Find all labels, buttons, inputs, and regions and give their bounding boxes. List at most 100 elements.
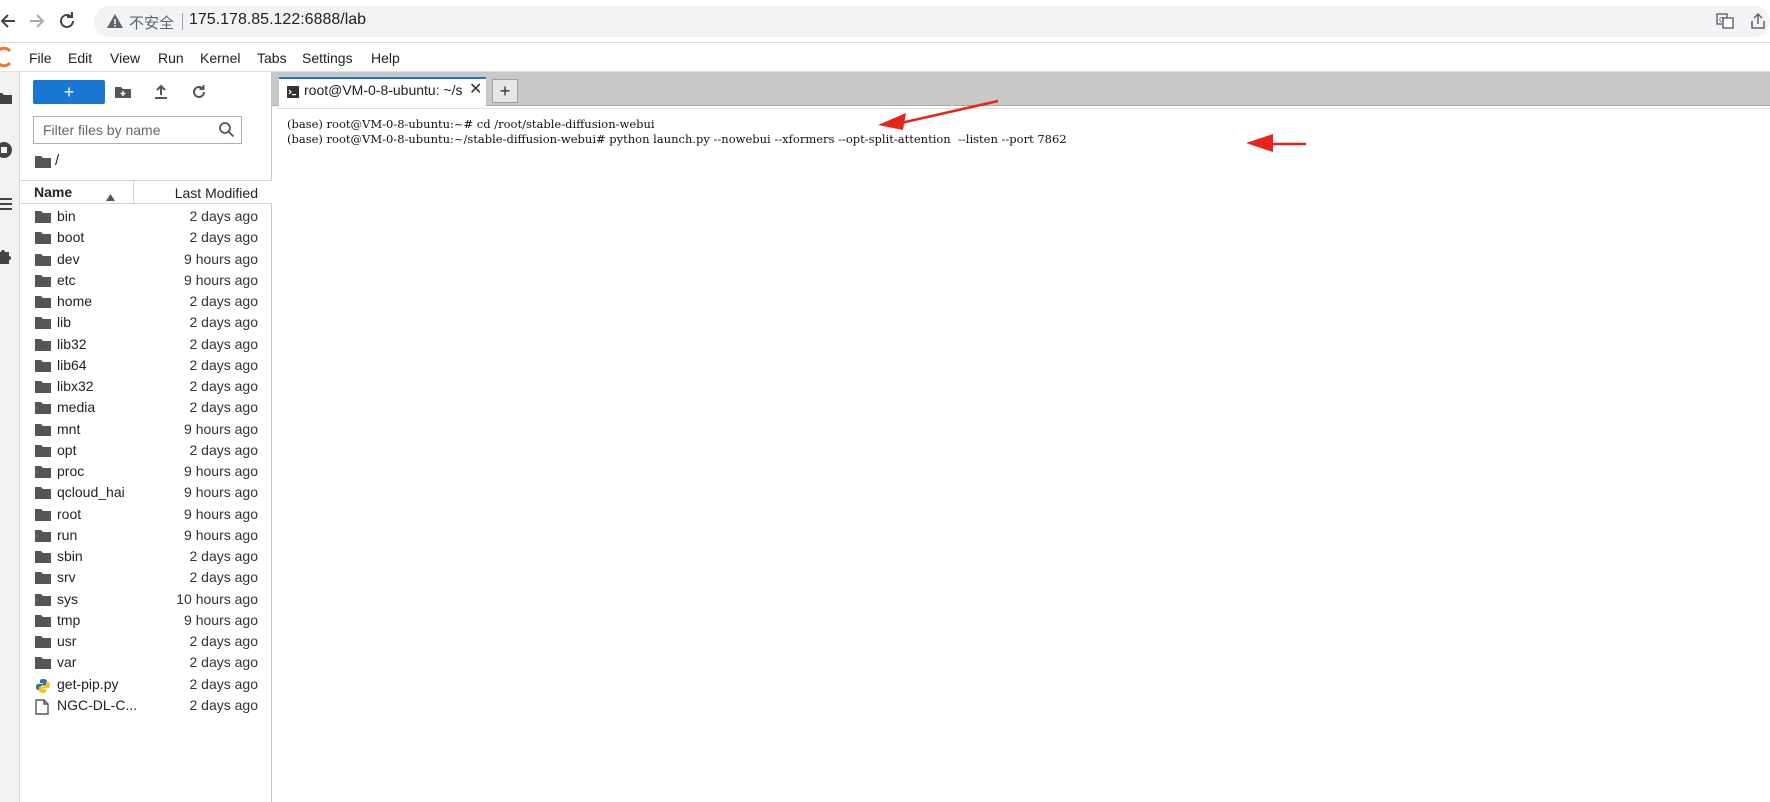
sort-ascending-icon[interactable] xyxy=(106,188,115,201)
search-icon xyxy=(218,121,235,138)
menu-edit[interactable]: Edit xyxy=(68,50,92,66)
folder-icon xyxy=(35,486,51,500)
folder-icon xyxy=(35,571,51,585)
file-name: var xyxy=(57,654,77,671)
folder-icon xyxy=(35,444,51,457)
folder-icon xyxy=(35,465,51,478)
file-row[interactable]: NGC-DL-C... 2 days ago xyxy=(20,694,272,718)
refresh-icon[interactable] xyxy=(190,83,208,101)
file-name: usr xyxy=(57,633,77,649)
file-name: home xyxy=(57,293,93,309)
table-of-contents-icon[interactable] xyxy=(0,194,14,214)
activity-sidebar xyxy=(0,72,20,802)
file-name: get-pip.py xyxy=(57,675,119,692)
breadcrumb-folder-icon[interactable] xyxy=(35,155,51,168)
file-last-modified: 2 days ago xyxy=(189,569,259,586)
file-name: boot xyxy=(57,229,85,246)
file-name: lib64 xyxy=(57,356,87,373)
folder-icon xyxy=(35,529,51,542)
file-icon xyxy=(35,699,51,715)
menu-settings[interactable]: Settings xyxy=(302,50,353,66)
file-last-modified: 2 days ago xyxy=(189,633,259,649)
extension-manager-icon[interactable] xyxy=(0,246,14,266)
menu-kernel[interactable]: Kernel xyxy=(200,50,240,66)
column-header-last-modified[interactable]: Last Modified xyxy=(134,185,258,201)
terminal-panel[interactable] xyxy=(276,108,1770,802)
file-name: lib xyxy=(57,314,72,331)
reload-icon[interactable] xyxy=(56,9,78,33)
folder-icon xyxy=(35,401,51,415)
folder-icon xyxy=(35,253,51,266)
file-last-modified: 9 hours ago xyxy=(184,505,258,522)
filter-files-box xyxy=(33,116,242,144)
menu-file[interactable]: File xyxy=(29,50,52,66)
file-last-modified: 2 days ago xyxy=(189,654,259,671)
menu-view[interactable]: View xyxy=(110,50,140,66)
file-last-modified: 2 days ago xyxy=(189,229,259,246)
filter-files-input[interactable] xyxy=(34,117,214,143)
folder-icon xyxy=(35,338,51,351)
folder-icon xyxy=(35,550,51,563)
upload-icon[interactable] xyxy=(152,83,170,101)
file-name: srv xyxy=(57,569,76,586)
breadcrumb[interactable]: / xyxy=(55,152,59,169)
menu-help[interactable]: Help xyxy=(371,50,400,66)
file-last-modified: 9 hours ago xyxy=(184,420,258,437)
folder-icon xyxy=(35,210,51,223)
folder-icon xyxy=(35,231,51,245)
file-last-modified: 2 days ago xyxy=(189,208,259,224)
svg-text:G: G xyxy=(1719,16,1724,24)
menu-run[interactable]: Run xyxy=(158,50,184,66)
new-folder-icon[interactable] xyxy=(114,83,132,101)
terminal-line: (base) root@VM-0-8-ubuntu:~# cd /root/st… xyxy=(287,117,655,131)
forward-arrow-icon[interactable] xyxy=(26,9,48,33)
add-tab-button[interactable]: + xyxy=(492,79,518,103)
folder-icon xyxy=(35,656,51,670)
column-header-name[interactable]: Name xyxy=(34,184,72,200)
new-launcher-button[interactable]: + xyxy=(33,80,105,104)
file-name: tmp xyxy=(57,611,81,628)
jupyter-logo-icon xyxy=(0,46,14,68)
security-label[interactable]: 不安全 xyxy=(129,12,174,33)
terminal-line: (base) root@VM-0-8-ubuntu:~/stable-diffu… xyxy=(287,132,1067,146)
file-last-modified: 2 days ago xyxy=(189,675,259,692)
running-kernels-icon[interactable] xyxy=(0,140,14,160)
translate-icon[interactable]: G xyxy=(1716,12,1734,30)
file-name: mnt xyxy=(57,420,81,437)
url-divider xyxy=(182,13,183,30)
file-last-modified: 9 hours ago xyxy=(184,271,258,288)
warning-icon[interactable] xyxy=(106,12,124,30)
folder-icon xyxy=(35,508,51,521)
share-icon[interactable] xyxy=(1749,12,1767,30)
file-name: root xyxy=(57,505,82,522)
file-last-modified: 2 days ago xyxy=(189,696,259,713)
file-name: lib32 xyxy=(57,335,87,352)
file-name: qcloud_hai xyxy=(57,484,125,501)
file-last-modified: 2 days ago xyxy=(189,378,259,394)
folder-icon xyxy=(35,593,51,606)
file-last-modified: 2 days ago xyxy=(189,293,259,309)
back-arrow-icon[interactable] xyxy=(0,9,20,33)
url-text[interactable]: 175.178.85.122:6888/lab xyxy=(189,11,366,29)
file-last-modified: 9 hours ago xyxy=(184,526,258,543)
file-name: dev xyxy=(57,250,80,267)
folder-tab-icon[interactable] xyxy=(0,88,14,108)
folder-icon xyxy=(35,635,51,648)
file-name: NGC-DL-C... xyxy=(57,696,138,713)
file-last-modified: 2 days ago xyxy=(189,548,259,564)
file-last-modified: 9 hours ago xyxy=(184,463,258,479)
terminal-icon xyxy=(287,85,299,98)
close-icon[interactable]: ✕ xyxy=(469,81,482,99)
file-name: etc xyxy=(57,271,76,288)
menu-tabs[interactable]: Tabs xyxy=(257,50,287,66)
file-last-modified: 2 days ago xyxy=(189,441,259,458)
folder-icon xyxy=(35,274,51,287)
file-last-modified: 9 hours ago xyxy=(184,250,258,267)
file-last-modified: 2 days ago xyxy=(189,356,259,373)
file-name: sbin xyxy=(57,548,83,564)
folder-icon xyxy=(35,295,51,308)
file-last-modified: 10 hours ago xyxy=(176,590,258,607)
file-name: bin xyxy=(57,208,76,224)
file-name: proc xyxy=(57,463,85,479)
file-name: run xyxy=(57,526,78,543)
